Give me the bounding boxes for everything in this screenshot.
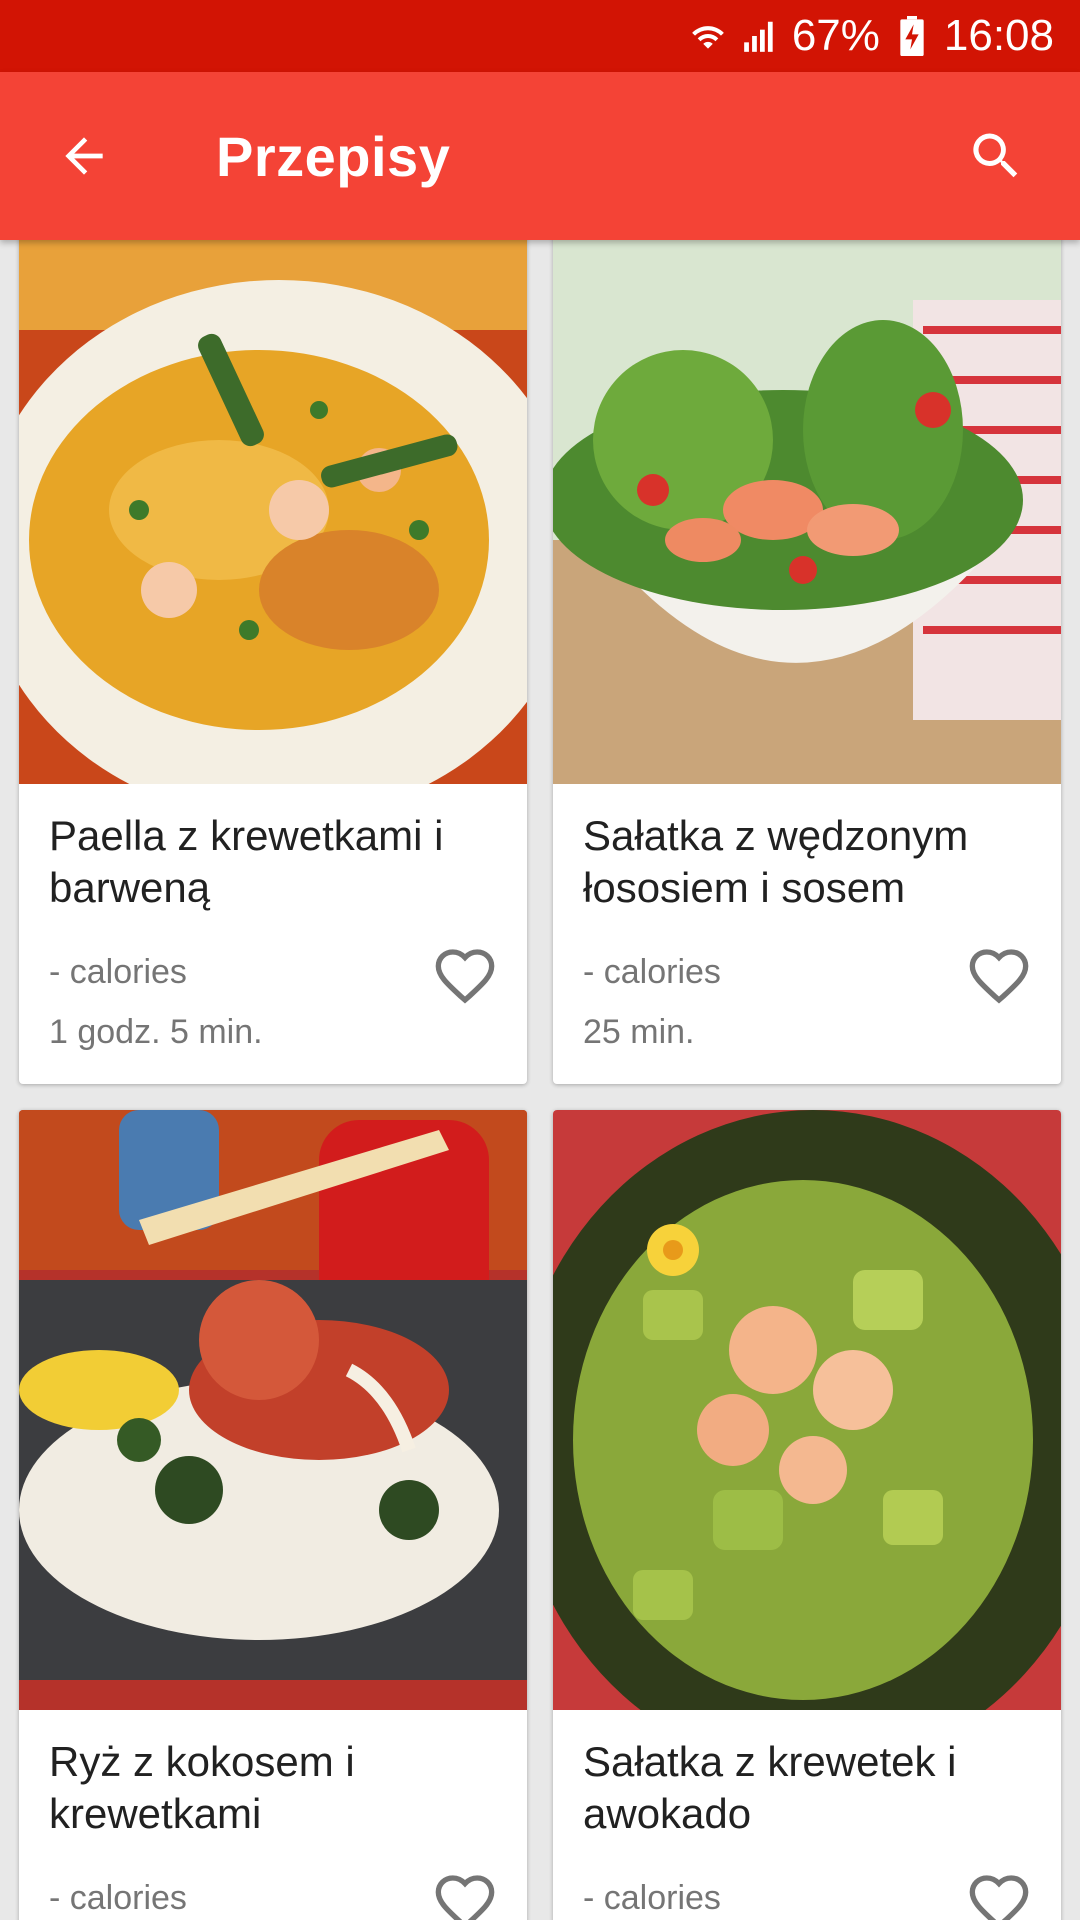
recipe-grid: Paella z krewetkami i barweną - calories… (0, 240, 1080, 1920)
recipe-image-salmon-salad (553, 240, 1061, 784)
back-button[interactable] (24, 96, 144, 216)
battery-charging-icon (892, 16, 932, 56)
search-icon (973, 133, 1018, 178)
recipe-calories: - calories (583, 953, 721, 991)
recipe-calories: - calories (49, 1879, 187, 1917)
recipe-image-shrimp-avocado (553, 1110, 1061, 1710)
recipe-image-paella (19, 240, 527, 784)
recipe-card-body: Sałatka z krewetek i awokado - calories (553, 1710, 1061, 1920)
search-button[interactable] (936, 96, 1056, 216)
signal-icon (740, 16, 780, 56)
recipe-calories: - calories (49, 953, 187, 991)
clock: 16:08 (943, 11, 1054, 60)
recipe-time: 25 min. (583, 1013, 695, 1051)
heart-outline-icon[interactable] (965, 944, 1033, 1008)
recipe-time: 1 godz. 5 min. (49, 1013, 263, 1051)
recipe-name: Sałatka z wędzonym łososiem i sosem (583, 812, 969, 911)
heart-outline-icon[interactable] (431, 1870, 499, 1920)
recipe-card[interactable]: Paella z krewetkami i barweną - calories… (19, 240, 527, 1084)
status-bar: 67% 16:08 (0, 0, 1080, 72)
recipe-card[interactable]: Sałatka z krewetek i awokado - calories (553, 1110, 1061, 1920)
recipe-name: Ryż z kokosem i krewetkami (49, 1738, 355, 1837)
recipe-card[interactable]: Ryż z kokosem i krewetkami - calories (19, 1110, 527, 1920)
recipe-name: Paella z krewetkami i barweną (49, 812, 444, 911)
recipe-card-body: Sałatka z wędzonym łososiem i sosem - ca… (553, 784, 1061, 1084)
page-title: Przepisy (216, 124, 451, 188)
arrow-back-icon (65, 137, 103, 175)
wifi-icon (688, 16, 728, 56)
recipe-calories: - calories (583, 1879, 721, 1917)
heart-outline-icon[interactable] (965, 1870, 1033, 1920)
recipe-card-body: Paella z krewetkami i barweną - calories… (19, 784, 527, 1084)
recipe-name: Sałatka z krewetek i awokado (583, 1738, 957, 1837)
recipe-card[interactable]: Sałatka z wędzonym łososiem i sosem - ca… (553, 240, 1061, 1084)
heart-outline-icon[interactable] (431, 944, 499, 1008)
battery-percent: 67% (791, 11, 880, 60)
app-bar: Przepisy (0, 72, 1080, 240)
recipe-image-coconut-rice (19, 1110, 527, 1710)
recipe-card-body: Ryż z kokosem i krewetkami - calories (19, 1710, 527, 1920)
